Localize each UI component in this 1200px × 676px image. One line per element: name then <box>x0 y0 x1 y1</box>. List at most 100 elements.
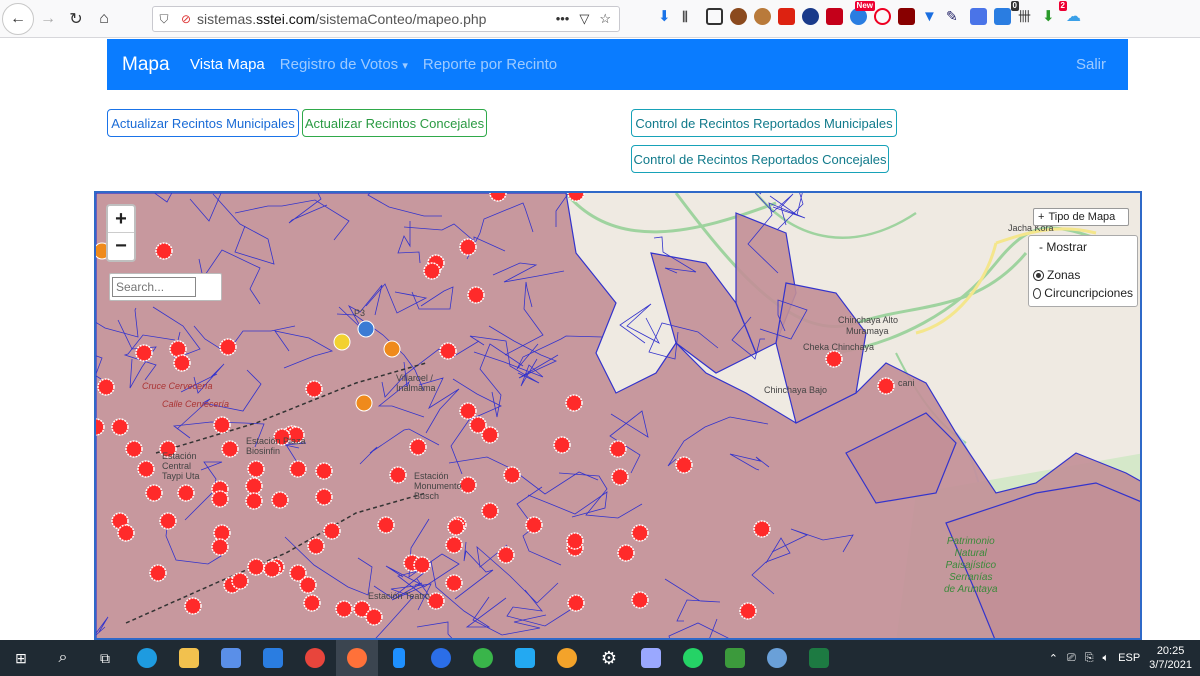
network-icon[interactable]: ⎘ <box>1085 652 1094 665</box>
recinto-marker[interactable] <box>365 608 383 626</box>
page-actions-icon[interactable]: ••• <box>556 11 570 27</box>
zoom-out-button[interactable]: − <box>108 233 134 260</box>
cookie-extension-icon[interactable] <box>730 8 747 25</box>
start-button[interactable]: ⊞ <box>0 640 42 676</box>
eyedropper-icon[interactable]: ✎ <box>946 8 963 25</box>
nav-reporte-recinto[interactable]: Reporte por Recinto <box>423 56 557 73</box>
recinto-marker[interactable] <box>467 286 485 304</box>
recinto-marker[interactable] <box>245 492 263 510</box>
new-extension-icon[interactable]: New <box>850 1 875 25</box>
recinto-marker[interactable] <box>565 394 583 412</box>
library-icon[interactable]: ⫼ <box>682 8 699 25</box>
file-explorer-icon[interactable] <box>168 640 210 676</box>
recinto-marker[interactable] <box>566 532 584 550</box>
recinto-marker[interactable] <box>439 342 457 360</box>
recinto-marker[interactable] <box>427 592 445 610</box>
settings-gear-icon[interactable]: ⚙ <box>588 640 630 676</box>
recinto-marker-blue[interactable] <box>357 320 375 338</box>
app-rainbow-icon[interactable] <box>462 640 504 676</box>
update-municipal-button[interactable]: Actualizar Recintos Municipales <box>107 109 299 137</box>
recinto-marker[interactable] <box>289 460 307 478</box>
nav-registro-votos[interactable]: Registro de Votos ▾ <box>280 56 408 73</box>
recinto-marker[interactable] <box>631 524 649 542</box>
recinto-marker[interactable] <box>459 402 477 420</box>
notification-extension-icon[interactable]: 0 <box>994 1 1019 25</box>
recinto-marker[interactable] <box>125 440 143 458</box>
recinto-marker[interactable] <box>221 440 239 458</box>
monkey-extension-icon[interactable] <box>754 8 771 25</box>
recinto-marker[interactable] <box>631 591 649 609</box>
chevron-up-icon[interactable]: ⌃ <box>1049 652 1058 665</box>
calculator-icon[interactable] <box>630 640 672 676</box>
translate-icon[interactable] <box>970 8 987 25</box>
recinto-marker[interactable] <box>169 340 187 358</box>
recinto-marker[interactable] <box>307 537 325 555</box>
control-municipal-button[interactable]: Control de Recintos Reportados Municipal… <box>631 109 897 137</box>
recinto-marker[interactable] <box>213 416 231 434</box>
zoom-in-button[interactable]: + <box>108 206 134 233</box>
recinto-marker[interactable] <box>323 522 341 540</box>
recinto-marker[interactable] <box>135 344 153 362</box>
sidebar-icon[interactable] <box>706 8 723 25</box>
recinto-marker[interactable] <box>299 576 317 594</box>
store-icon[interactable] <box>210 640 252 676</box>
edge-icon[interactable] <box>126 640 168 676</box>
recinto-marker[interactable] <box>525 516 543 534</box>
recinto-marker[interactable] <box>111 418 129 436</box>
recinto-marker[interactable] <box>263 560 281 578</box>
recinto-marker-orange[interactable] <box>383 340 401 358</box>
paint-brush-icon[interactable] <box>756 640 798 676</box>
recinto-marker[interactable] <box>137 460 155 478</box>
excel-icon[interactable] <box>798 640 840 676</box>
recinto-marker[interactable] <box>503 466 521 484</box>
recinto-marker[interactable] <box>481 426 499 444</box>
recinto-marker[interactable] <box>211 490 229 508</box>
vpn-extension-icon[interactable]: ▼ <box>922 8 939 25</box>
radio-icon[interactable] <box>1033 269 1044 281</box>
firefox-dev-icon[interactable] <box>420 640 462 676</box>
control-concejales-button[interactable]: Control de Recintos Reportados Concejale… <box>631 145 889 173</box>
counter-extension-icon[interactable]: 卌 <box>1018 8 1035 25</box>
recinto-marker[interactable] <box>497 546 515 564</box>
recinto-marker[interactable] <box>159 512 177 530</box>
recinto-marker[interactable] <box>567 594 585 612</box>
recinto-marker[interactable] <box>177 484 195 502</box>
recinto-marker[interactable] <box>481 502 499 520</box>
layer-option-circuncripciones[interactable]: Circuncripciones <box>1033 284 1133 302</box>
cloud-extension-icon[interactable]: ☁ <box>1066 8 1083 25</box>
recinto-marker[interactable] <box>459 238 477 256</box>
recinto-marker[interactable] <box>211 538 229 556</box>
recinto-marker[interactable] <box>413 556 431 574</box>
recinto-marker[interactable] <box>315 462 333 480</box>
mail-icon[interactable] <box>252 640 294 676</box>
back-button[interactable]: ← <box>2 2 34 35</box>
recinto-marker[interactable] <box>389 466 407 484</box>
recinto-marker[interactable] <box>97 378 115 396</box>
download-icon[interactable]: ⬇ <box>658 8 675 25</box>
brand-title[interactable]: Mapa <box>107 54 190 76</box>
recinto-marker[interactable] <box>247 558 265 576</box>
recinto-marker[interactable] <box>739 602 757 620</box>
recinto-marker[interactable] <box>553 436 571 454</box>
nav-vista-mapa[interactable]: Vista Mapa <box>190 56 265 73</box>
pocket-icon[interactable]: ▽ <box>579 11 589 27</box>
recinto-marker[interactable] <box>877 377 895 395</box>
hd-extension-icon[interactable] <box>826 8 843 25</box>
language-indicator[interactable]: ESP <box>1118 652 1140 664</box>
whatsapp-icon[interactable] <box>672 640 714 676</box>
recinto-marker[interactable] <box>753 520 771 538</box>
reload-button[interactable]: ↻ <box>62 5 90 33</box>
opera-extension-icon[interactable] <box>874 8 891 25</box>
download-manager-icon[interactable]: ⬇ 2 <box>1042 1 1067 25</box>
vscode-icon[interactable] <box>504 640 546 676</box>
url-bar[interactable]: ⛉ ⊘ sistemas. sstei.com/sistemaConteo/map… <box>152 6 620 32</box>
search-icon[interactable]: ⌕ <box>42 640 84 676</box>
recinto-marker[interactable] <box>247 460 265 478</box>
project-icon[interactable] <box>714 640 756 676</box>
flash-extension-icon[interactable] <box>778 8 795 25</box>
recinto-marker[interactable] <box>149 564 167 582</box>
recinto-marker[interactable] <box>315 488 333 506</box>
recinto-marker[interactable] <box>617 544 635 562</box>
recinto-marker[interactable] <box>219 338 237 356</box>
recinto-marker[interactable] <box>145 484 163 502</box>
